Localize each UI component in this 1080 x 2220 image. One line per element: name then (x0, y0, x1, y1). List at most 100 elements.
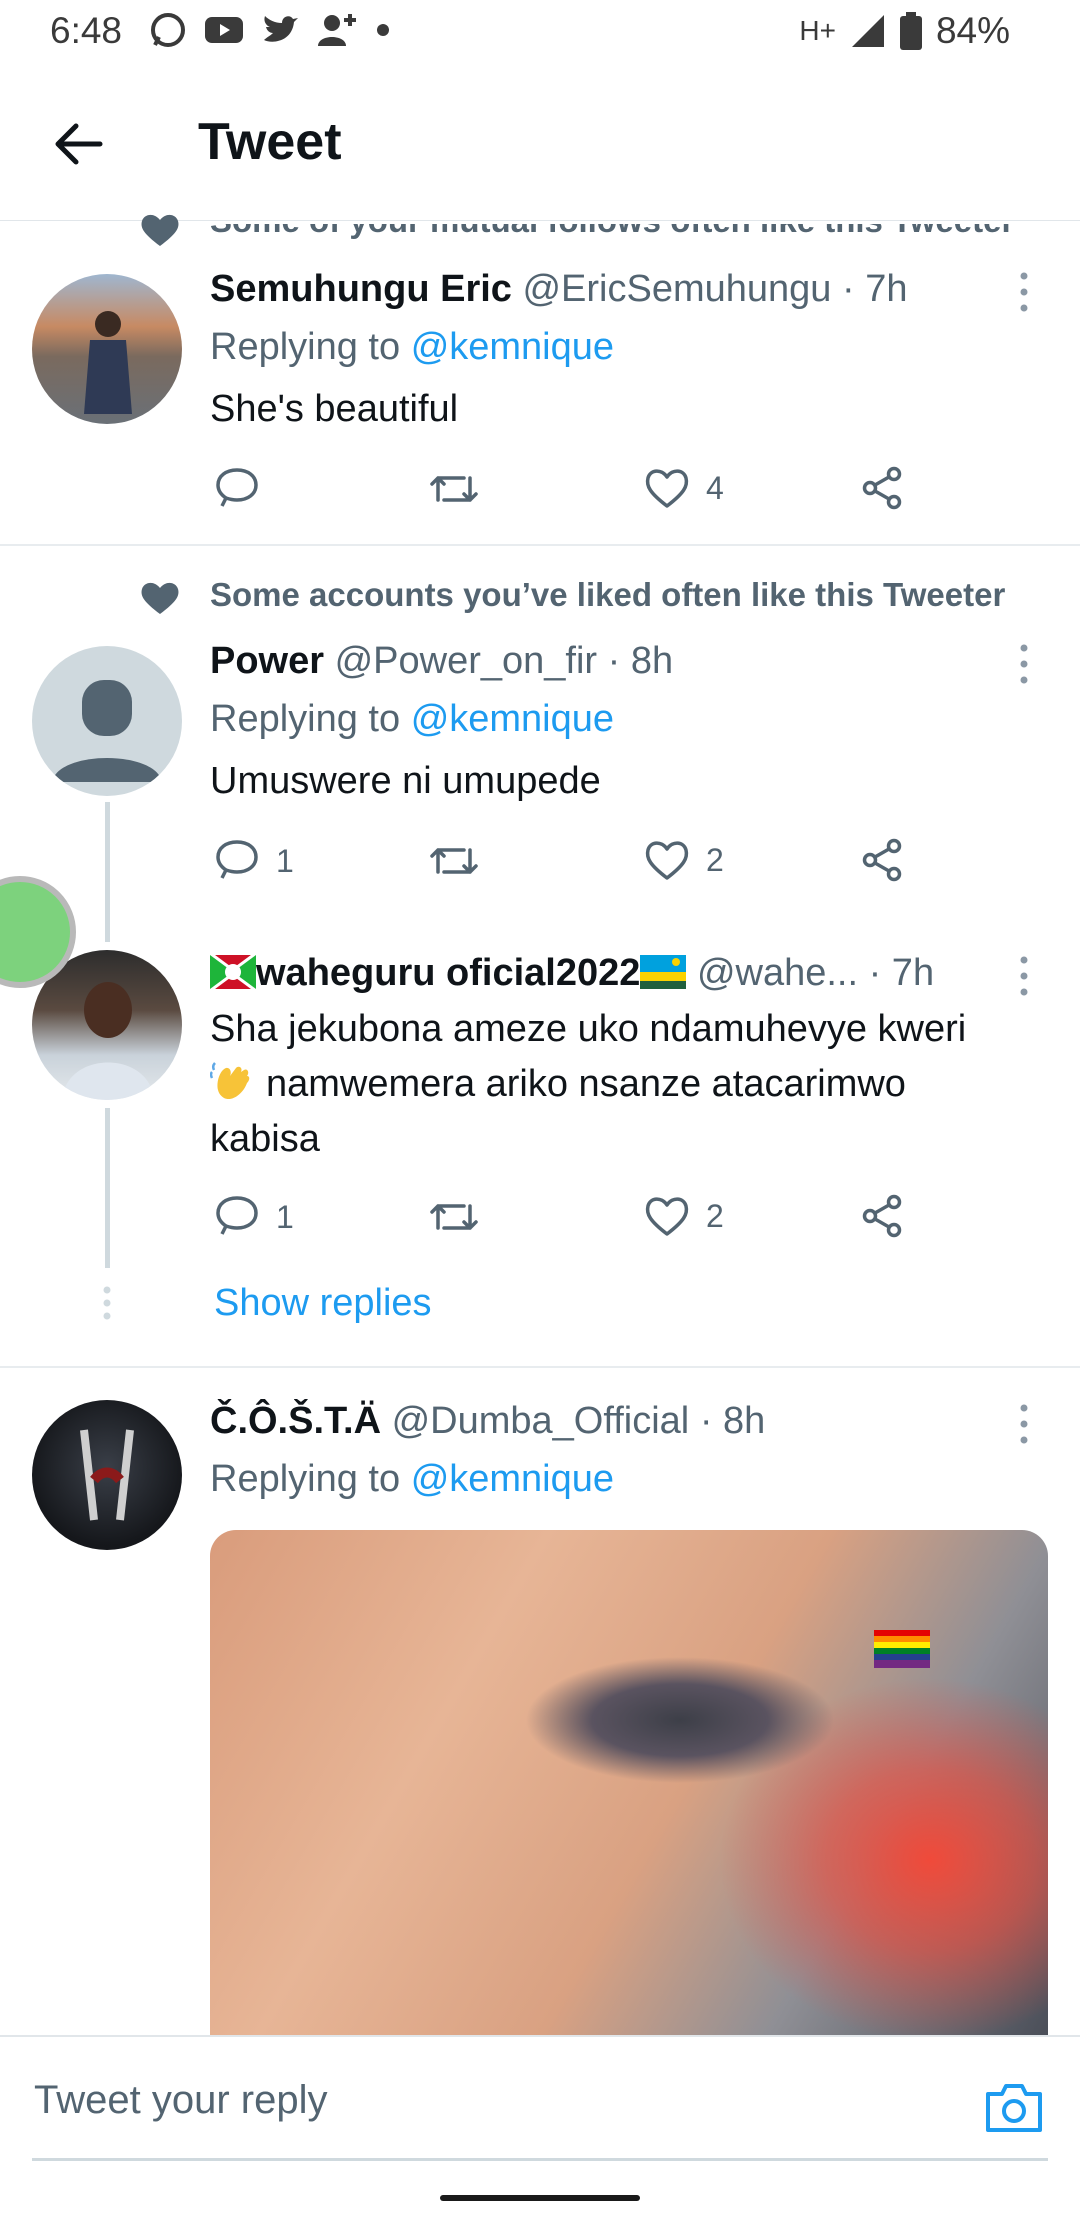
social-context-label: Some accounts you’ve liked often like th… (210, 576, 1006, 613)
mention-link[interactable]: @kemnique (411, 698, 614, 740)
waving-hand-emoji-icon (209, 1062, 250, 1100)
more-options-icon[interactable] (1012, 952, 1036, 1000)
twitter-icon (264, 16, 298, 42)
like-button[interactable]: 2 (644, 838, 724, 882)
signal-icon (851, 15, 884, 47)
reply-button[interactable]: 1 (214, 1194, 294, 1240)
avatar[interactable] (32, 1400, 182, 1550)
replying-to: Replying to @kemnique (210, 326, 614, 369)
like-count: 2 (706, 841, 724, 878)
tweet-text-segment: namwemera ariko nsanze atacarimwo (266, 1063, 906, 1105)
display-name[interactable]: Semuhungu Eric (210, 268, 512, 310)
handle[interactable]: @Power_on_fir (335, 640, 597, 682)
thread-dots-icon (103, 1286, 111, 1320)
reply-button[interactable]: 1 (214, 838, 294, 884)
share-button[interactable] (860, 466, 904, 510)
notification-icons (150, 12, 390, 48)
network-label: H+ (799, 15, 836, 46)
avatar[interactable] (32, 646, 182, 796)
youtube-icon (205, 17, 243, 43)
tweet-text: Umuswere ni umupede (210, 760, 601, 802)
mention-link[interactable]: @kemnique (411, 326, 614, 368)
thread-connector (105, 802, 110, 942)
tweet-text: She's beautiful (210, 388, 459, 430)
replying-to-label: Replying to (210, 326, 401, 368)
burundi-flag-icon (208, 952, 258, 992)
share-icon (862, 1194, 902, 1238)
status-time: 6:48 (50, 10, 123, 51)
handle[interactable]: @EricSemuhungu (522, 268, 831, 310)
gesture-nav-handle[interactable] (440, 2195, 640, 2201)
tweet-text-line: kabisa (210, 1118, 320, 1160)
retweet-button[interactable] (428, 466, 480, 512)
retweet-button[interactable] (428, 1194, 480, 1240)
replying-to-label: Replying to (210, 698, 401, 740)
share-icon (862, 838, 902, 882)
retweet-icon (430, 848, 478, 874)
reply-icon (216, 468, 258, 507)
like-button[interactable]: 4 (644, 466, 724, 510)
heart-icon (645, 1197, 689, 1236)
share-button[interactable] (860, 1194, 904, 1238)
share-icon (862, 466, 902, 510)
display-name[interactable]: Power (210, 640, 324, 682)
replying-to: Replying to @kemnique (210, 698, 614, 741)
tweet-header: waheguru oficial2022 @wahe... · 7h (208, 952, 935, 995)
status-bar: 6:48 H+ 84% (0, 0, 1080, 66)
avatar-photo (84, 311, 132, 414)
display-name[interactable]: Č.Ô.Š.T.Ä (210, 1400, 381, 1442)
status-right: H+ 84% (799, 10, 1010, 52)
mention-link[interactable]: @kemnique (411, 1458, 614, 1500)
thread-connector (105, 1108, 110, 1268)
tweet-header: Power @Power_on_fir · 8h (210, 640, 673, 683)
reply-button[interactable] (214, 466, 276, 512)
battery-percent: 84% (935, 10, 1010, 51)
more-options-icon[interactable] (1012, 1400, 1036, 1448)
top-app-bar: Tweet (0, 66, 1080, 221)
replying-to: Replying to @kemnique (210, 1458, 614, 1501)
tweet-text-line: namwemera ariko nsanze atacarimwo (209, 1057, 966, 1112)
reply-count: 1 (276, 842, 294, 879)
handle[interactable]: @Dumba_Official (392, 1400, 690, 1442)
camera-icon[interactable] (984, 2080, 1044, 2134)
handle[interactable]: @wahe... (697, 952, 858, 994)
tweet-header: Semuhungu Eric @EricSemuhungu · 7h (210, 268, 908, 311)
dot-icon (377, 24, 389, 36)
reply-icon (216, 1196, 258, 1235)
tweet-media-image[interactable] (210, 1530, 1048, 2040)
whatsapp-icon (151, 13, 185, 47)
retweet-icon (430, 476, 478, 502)
timestamp: · 7h (842, 268, 908, 310)
tweet-actions: 1 2 (210, 1194, 910, 1244)
share-button[interactable] (860, 838, 904, 882)
tweet-text-line: Sha jekubona ameze uko ndamuhevye kweri (210, 1008, 967, 1050)
tweet-actions: 4 (210, 466, 910, 516)
rainbow-flag-icon (874, 1630, 930, 1668)
back-arrow-icon[interactable] (48, 114, 108, 174)
more-options-icon[interactable] (1012, 268, 1036, 316)
avatar-photo (80, 1429, 134, 1521)
heart-icon (645, 469, 689, 508)
timestamp: · 8h (699, 1400, 766, 1442)
reply-input[interactable] (32, 2077, 936, 2124)
heart-context-icon (141, 214, 179, 246)
divider (0, 1366, 1080, 1368)
default-avatar-icon (52, 680, 162, 782)
show-replies-link[interactable]: Show replies (214, 1282, 432, 1325)
battery-icon (899, 12, 922, 50)
page-title: Tweet (198, 113, 342, 171)
like-count: 4 (706, 469, 724, 506)
like-button[interactable]: 2 (644, 1194, 724, 1238)
tweet-header: Č.Ô.Š.T.Ä @Dumba_Official · 8h (210, 1400, 765, 1443)
reply-composer (0, 2035, 1080, 2157)
reply-count: 1 (276, 1198, 294, 1235)
avatar[interactable] (32, 274, 182, 424)
more-options-icon[interactable] (1012, 640, 1036, 688)
like-count: 2 (706, 1197, 724, 1234)
retweet-button[interactable] (428, 838, 480, 884)
tweet-text: Sha jekubona ameze uko ndamuhevye kweri … (209, 1002, 967, 1167)
timestamp: · 7h (868, 952, 935, 994)
rwanda-flag-icon (640, 955, 687, 989)
divider (0, 544, 1080, 546)
display-name[interactable]: waheguru oficial2022 (256, 952, 640, 994)
